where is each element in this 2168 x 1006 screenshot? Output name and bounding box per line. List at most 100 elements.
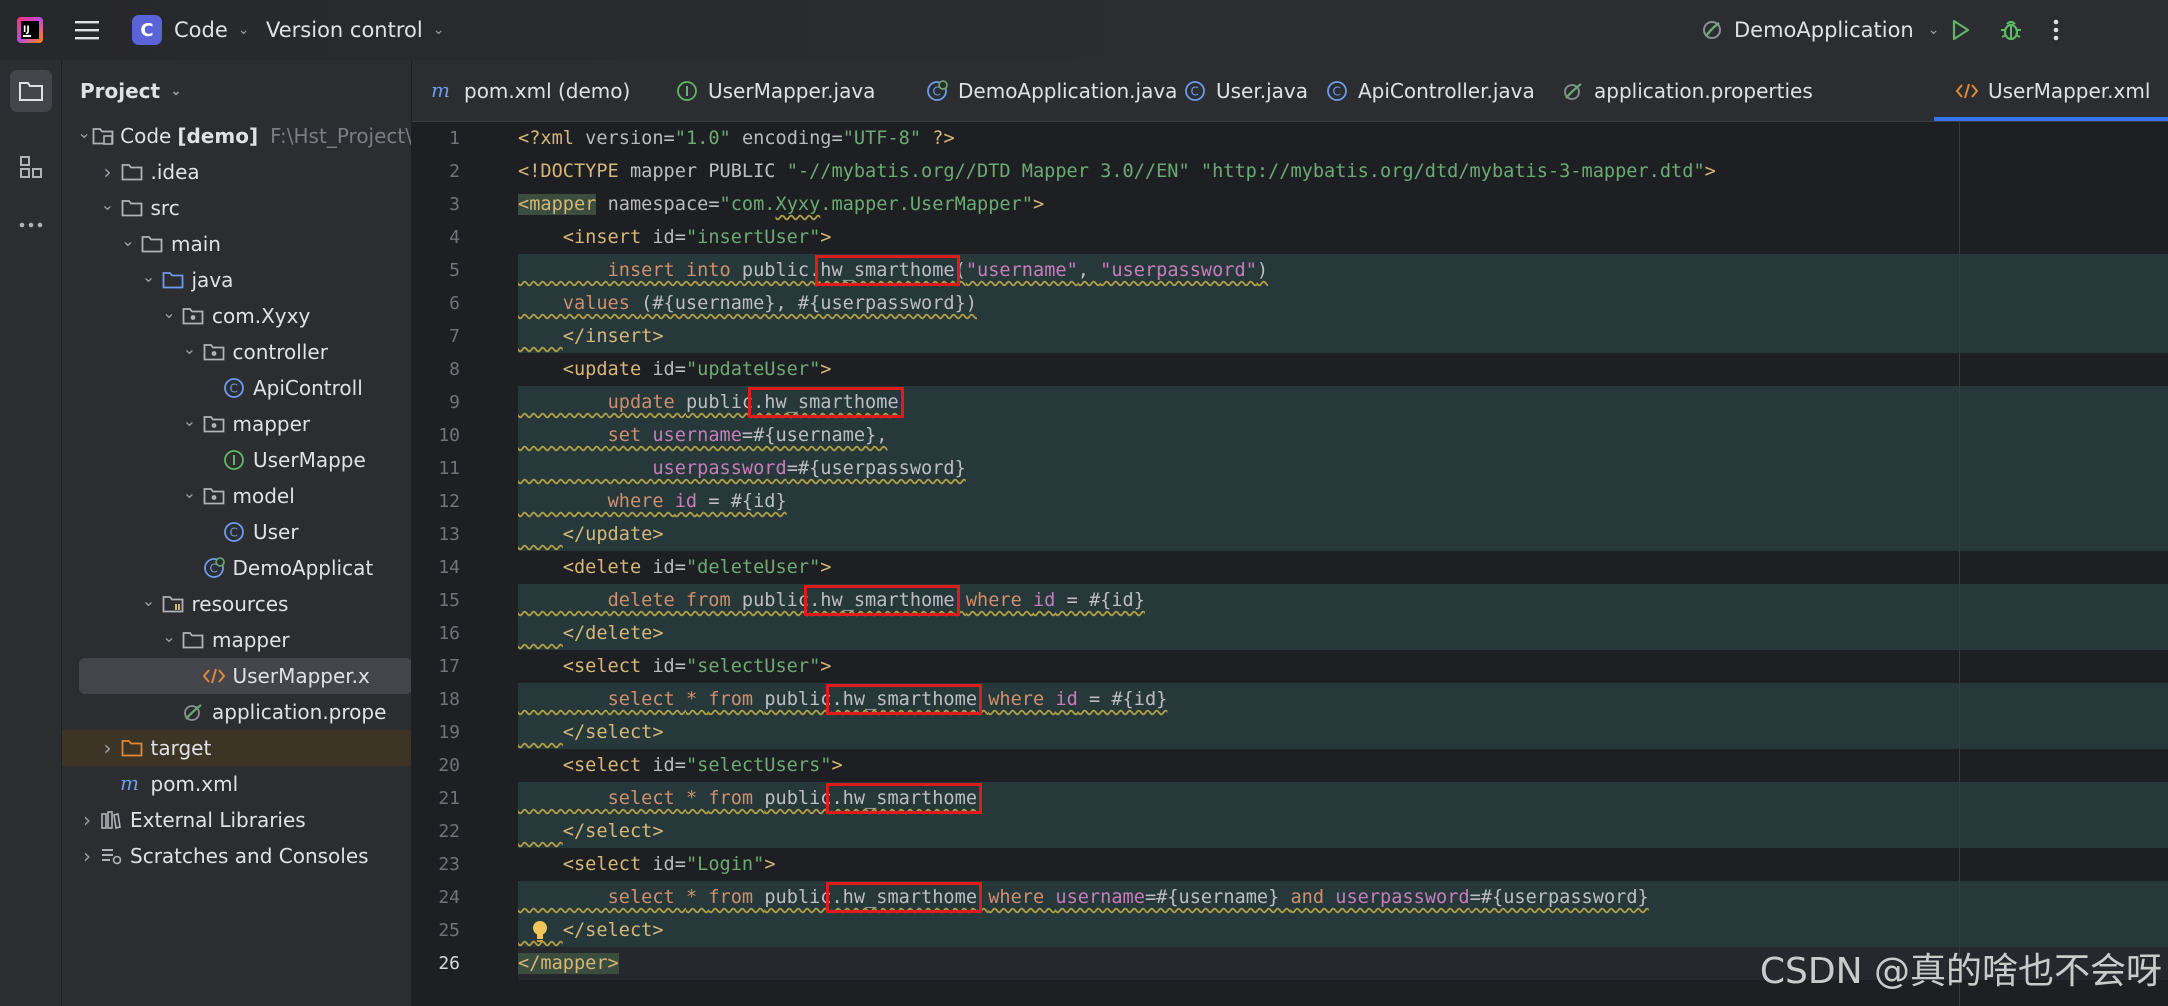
structure-tool-button[interactable] (10, 146, 52, 188)
code-token: * (685, 689, 709, 710)
vcs-selector[interactable]: Version control ⌄ (266, 0, 444, 60)
code-line[interactable]: <delete id="deleteUser"> (518, 551, 2168, 584)
project-tree-item[interactable]: UserMapper.x (79, 658, 411, 694)
collapse-chevron-icon[interactable]: › (97, 736, 119, 760)
code-line[interactable]: </insert> (518, 320, 2168, 353)
class-icon: C (1324, 80, 1350, 102)
app-logo-icon[interactable]: IJ (16, 0, 44, 60)
code-line[interactable]: update public.hw_smarthome (518, 386, 2168, 419)
expand-chevron-icon[interactable]: ⌄ (76, 123, 92, 142)
expand-chevron-icon[interactable]: ⌄ (179, 483, 201, 502)
code-line[interactable]: delete from public.hw_smarthome where id… (518, 584, 2168, 617)
code-token: "1.0" (674, 128, 731, 149)
expand-chevron-icon[interactable]: ⌄ (179, 411, 201, 430)
code-line[interactable]: <mapper namespace="com.Xyxy.mapper.UserM… (518, 188, 2168, 221)
main-menu-button[interactable] (74, 0, 100, 60)
project-tree-item[interactable]: ⌄ controller (62, 334, 411, 370)
project-tree-item[interactable]: ⌄ model (62, 478, 411, 514)
code-token: <update (518, 359, 653, 380)
code-line[interactable]: <?xml version="1.0" encoding="UTF-8" ?> (518, 122, 2168, 155)
project-badge: C (132, 15, 162, 45)
code-line[interactable]: <!DOCTYPE mapper PUBLIC "-//mybatis.org/… (518, 155, 2168, 188)
code-line[interactable]: <insert id="insertUser"> (518, 221, 2168, 254)
code-line[interactable]: select * from public.hw_smarthome where … (518, 683, 2168, 716)
expand-chevron-icon[interactable]: ⌄ (138, 591, 160, 610)
project-tree-item[interactable]: ⌄ src (62, 190, 411, 226)
class-icon: C (221, 521, 247, 543)
project-tree-item[interactable]: m pom.xml (62, 766, 411, 802)
collapse-chevron-icon[interactable]: › (76, 808, 98, 832)
run-button[interactable] (1948, 0, 1972, 60)
project-tree-item[interactable]: ⌄ mapper (62, 622, 411, 658)
project-tree-item[interactable]: ⌄ mapper (62, 406, 411, 442)
project-tree-item[interactable]: ⌄ Code [demo] F:\Hst_Project\ (62, 118, 411, 154)
code-editor[interactable]: 1 2 3 4 5 6 7 8 9 10 11 12 13 14 15 16 17 18 19 20 21 22 23 24 2… (412, 122, 2168, 1006)
project-tree-label: mapper (232, 412, 311, 436)
code-line[interactable]: select * from public.hw_smarthome where … (518, 881, 2168, 914)
expand-chevron-icon[interactable]: ⌄ (138, 267, 160, 286)
editor-tab[interactable]: C ApiController.java (1324, 60, 1535, 122)
project-tree-item[interactable]: ⌄ main (62, 226, 411, 262)
project-tree-item[interactable]: › External Libraries (62, 802, 411, 838)
expand-chevron-icon[interactable]: ⌄ (158, 627, 180, 646)
code-token: =#{username} (1144, 887, 1291, 908)
collapse-chevron-icon[interactable]: › (76, 844, 98, 868)
run-config-name: DemoApplication (1734, 18, 1914, 42)
code-line[interactable]: <select id="selectUsers"> (518, 749, 2168, 782)
code-line[interactable]: <select id="Login"> (518, 848, 2168, 881)
line-number: 24 (438, 887, 460, 908)
project-tree-item[interactable]: › Scratches and Consoles (62, 838, 411, 874)
project-tree-item[interactable]: C DemoApplicat (62, 550, 411, 586)
code-line[interactable]: userpassword=#{userpassword} (518, 452, 2168, 485)
expand-chevron-icon[interactable]: ⌄ (97, 195, 119, 214)
project-tree-item[interactable]: C User (62, 514, 411, 550)
code-token: = (674, 854, 686, 875)
code-line[interactable]: insert into public.hw_smarthome("usernam… (518, 254, 2168, 287)
editor-tab[interactable]: UserMapper.java (674, 60, 875, 122)
project-tree-item[interactable]: › .idea (62, 154, 411, 190)
code-line[interactable]: values (#{username}, #{userpassword}) (518, 287, 2168, 320)
code-token: "username" (965, 260, 1078, 281)
highlighted-table-name: .hw_smarthome (826, 882, 982, 913)
project-tree-item[interactable]: UserMappe (62, 442, 411, 478)
project-tree-item[interactable]: ⌄ java (62, 262, 411, 298)
expand-chevron-icon[interactable]: ⌄ (179, 339, 201, 358)
code-line[interactable]: <update id="updateUser"> (518, 353, 2168, 386)
code-line[interactable]: <select id="selectUser"> (518, 650, 2168, 683)
project-tree-item[interactable]: C ApiControll (62, 370, 411, 406)
editor-tab[interactable]: UserMapper.xml× (1954, 60, 2168, 122)
code-line[interactable]: </delete> (518, 617, 2168, 650)
debug-button[interactable] (1998, 0, 2024, 60)
project-tool-button[interactable] (10, 70, 52, 112)
expand-chevron-icon[interactable]: ⌄ (158, 303, 180, 322)
project-tree-item[interactable]: ⌄ resources (62, 586, 411, 622)
editor-tab[interactable]: application.properties (1560, 60, 1813, 122)
project-tree-item[interactable]: › target (62, 730, 411, 766)
more-actions-button[interactable] (2052, 0, 2060, 60)
code-line[interactable]: </select> (518, 716, 2168, 749)
project-panel-header[interactable]: Project ⌄ (80, 60, 182, 122)
expand-chevron-icon[interactable]: ⌄ (117, 231, 139, 250)
project-tree-label: src (150, 196, 180, 220)
collapse-chevron-icon[interactable]: › (97, 160, 119, 184)
code-line[interactable]: where id = #{id} (518, 485, 2168, 518)
editor-tab[interactable]: C DemoApplication.java (924, 60, 1177, 122)
run-config-selector[interactable]: DemoApplication ⌄ (1700, 0, 1939, 60)
project-selector[interactable]: C Code ⌄ (132, 0, 250, 60)
editor-tab[interactable]: C User.java (1182, 60, 1308, 122)
folder-icon (119, 161, 145, 183)
code-token: <select (518, 854, 653, 875)
code-line[interactable]: select * from public.hw_smarthome (518, 782, 2168, 815)
maven-icon: m (430, 80, 456, 102)
more-tools-button[interactable] (10, 204, 52, 246)
editor-tab[interactable]: m pom.xml (demo) (430, 60, 630, 122)
code-line[interactable]: </select> (518, 815, 2168, 848)
project-tree-item[interactable]: ⌄ com.Xyxy (62, 298, 411, 334)
project-tree-item[interactable]: application.prope (62, 694, 411, 730)
lightbulb-icon[interactable] (530, 919, 550, 947)
project-tree-label: .idea (150, 160, 200, 184)
code-line[interactable]: set username=#{username}, (518, 419, 2168, 452)
code-token: public (764, 689, 832, 710)
editor-tab-bar: m pom.xml (demo) UserMapper.java C DemoAppli… (412, 60, 2168, 122)
code-line[interactable]: </update> (518, 518, 2168, 551)
